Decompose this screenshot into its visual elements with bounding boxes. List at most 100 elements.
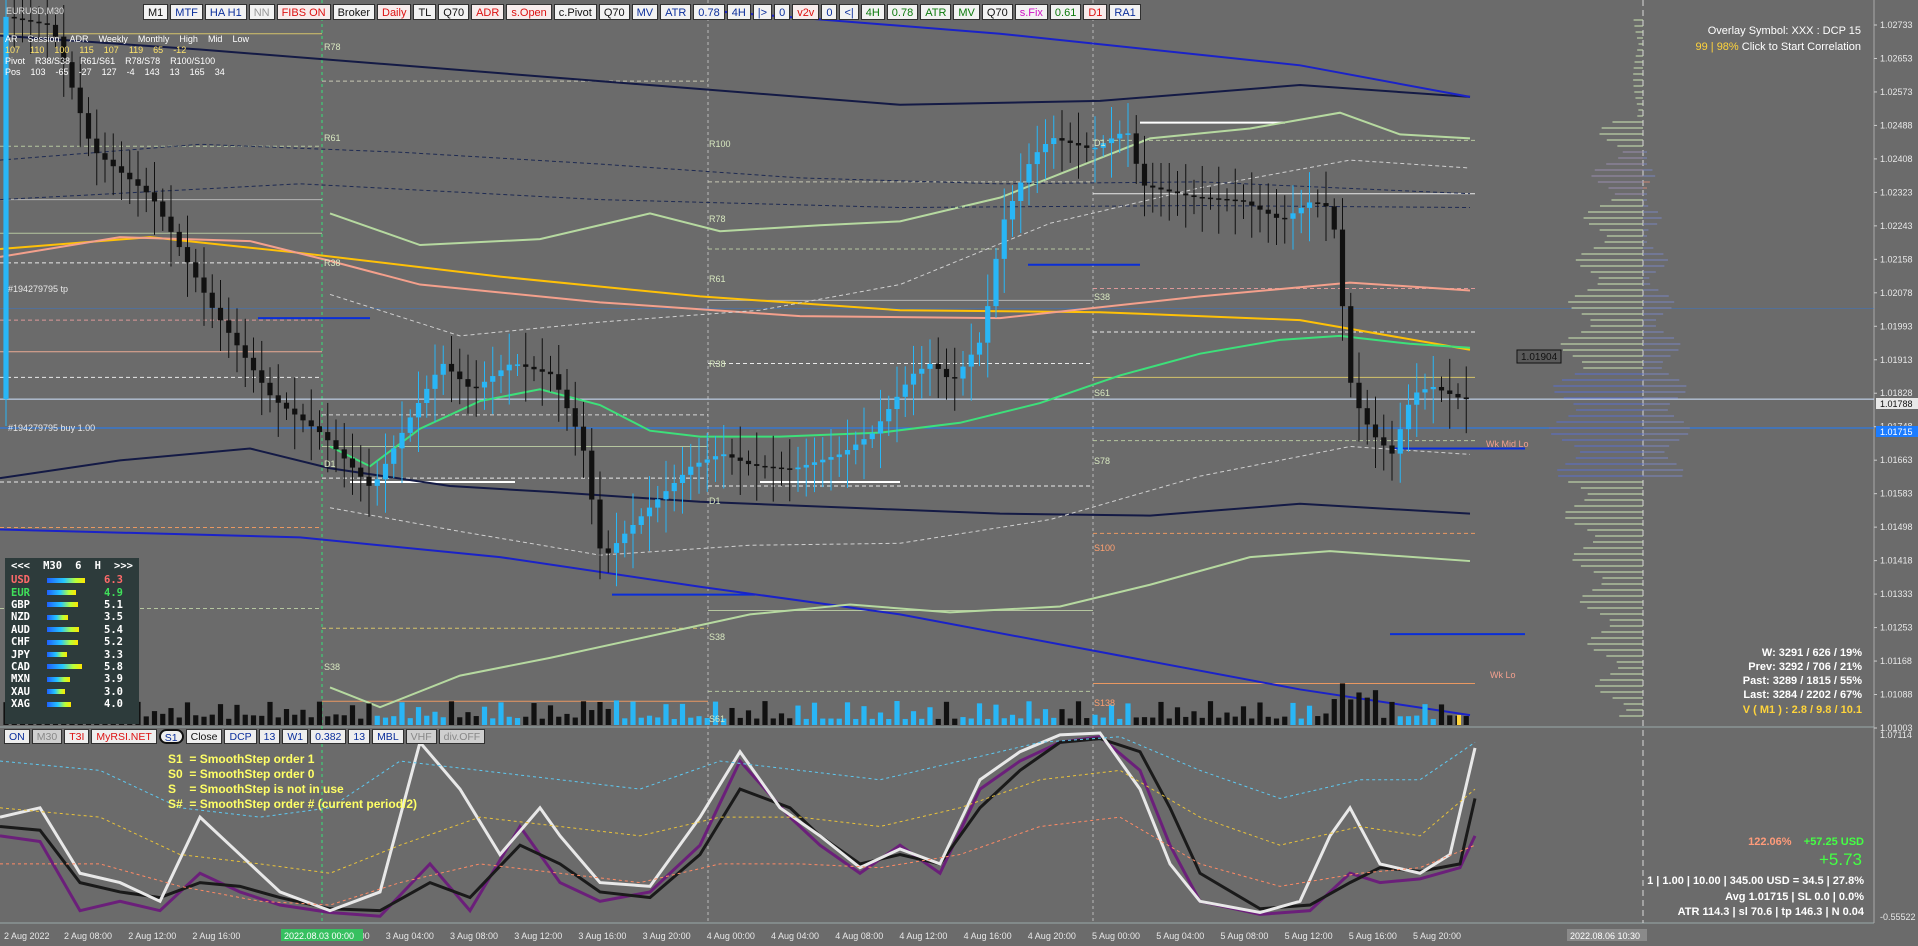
toolbar-button-ra1[interactable]: RA1 — [1109, 4, 1141, 20]
indicator-button-on[interactable]: ON — [4, 729, 30, 744]
overlay-symbol[interactable]: Overlay Symbol: XXX : DCP 15 — [1708, 25, 1861, 37]
candle-body — [968, 354, 974, 367]
strength-row: XAG 4.0 — [5, 698, 139, 710]
toolbar-button-c-pivot[interactable]: c.Pivot — [553, 4, 597, 20]
toolbar-button-0[interactable]: 0 — [821, 4, 838, 20]
volume-bar — [1306, 705, 1313, 725]
candle-body — [457, 371, 463, 380]
time-tick: 5 Aug 00:00 — [1092, 931, 1140, 941]
toolbar-button-atr[interactable]: ATR — [920, 4, 952, 20]
candle-body — [1265, 209, 1271, 214]
toolbar-button-0-78[interactable]: 0.78 — [693, 4, 725, 20]
candle-body — [1166, 189, 1172, 192]
toolbar-button-daily[interactable]: Daily — [377, 4, 412, 20]
toolbar-button-0-78[interactable]: 0.78 — [886, 4, 919, 20]
strength-currency: MXN — [11, 673, 30, 686]
candle-body — [1282, 217, 1288, 220]
toolbar-button-mv[interactable]: MV — [953, 4, 980, 20]
info-cell: 107 — [103, 45, 119, 55]
volume-bar — [1323, 713, 1329, 725]
strength-bar — [47, 577, 85, 583]
volume-bar — [1339, 683, 1346, 725]
price-tick: 1.02243 — [1880, 221, 1913, 231]
time-tick: 4 Aug 16:00 — [964, 931, 1012, 941]
info-cell: Session — [27, 34, 60, 44]
indicator-button-0-382[interactable]: 0.382 — [310, 729, 347, 744]
toolbar-button-s-fix[interactable]: s.Fix — [1014, 4, 1048, 20]
indicator-button-13[interactable]: 13 — [348, 729, 371, 744]
toolbar-button-q70[interactable]: Q70 — [438, 4, 470, 20]
toolbar-button-4h[interactable]: 4H — [726, 4, 751, 20]
toolbar-button-nn[interactable]: NN — [248, 4, 275, 20]
candle-body — [605, 548, 611, 553]
indicator-button-close[interactable]: Close — [185, 729, 223, 744]
overlay-click[interactable]: Click to Start Correlation — [1742, 41, 1861, 53]
toolbar-button-s-open[interactable]: s.Open — [506, 4, 552, 20]
volume-bar — [655, 717, 661, 725]
candle-body — [374, 479, 380, 486]
volume-bar — [894, 701, 900, 725]
strength-row: AUD 5.4 — [5, 624, 139, 636]
toolbar-button-m1[interactable]: M1 — [143, 4, 169, 20]
toolbar-button-v2v[interactable]: v2v — [792, 4, 820, 20]
volume-bar — [325, 716, 331, 725]
overlay-correlation[interactable]: 99 | 98% Click to Start Correlation — [1695, 41, 1861, 53]
indicator-button-vhf[interactable]: VHF — [405, 729, 437, 744]
toolbar-button-4h[interactable]: 4H — [860, 4, 885, 20]
indicator-toolbar: ON M30 T3I MyRSI.NET S1 Close DCP 13 W1 0.382 13 MB… — [4, 729, 486, 744]
indicator-button-dcp[interactable]: DCP — [224, 729, 257, 744]
volume-bar — [1438, 704, 1445, 725]
indicator-button-s1[interactable]: S1 — [158, 729, 184, 744]
volume-bar — [613, 700, 620, 725]
candle-body — [960, 366, 966, 379]
volume-bar — [745, 710, 752, 725]
toolbar-button-q70[interactable]: Q70 — [598, 4, 630, 20]
toolbar-button-q70[interactable]: Q70 — [981, 4, 1013, 20]
volume-bar — [688, 717, 694, 725]
indicator-button-t3i[interactable]: T3I — [64, 729, 90, 744]
strength-currency: EUR — [11, 586, 30, 599]
toolbar-button-0-61[interactable]: 0.61 — [1049, 4, 1082, 20]
toolbar-button-atr[interactable]: ATR — [660, 4, 692, 20]
volume-bar — [919, 718, 925, 725]
time-tick: 3 Aug 08:00 — [450, 931, 498, 941]
level-label: S38 — [1094, 292, 1110, 302]
volume-bar — [407, 718, 413, 725]
strength-next-button[interactable]: >>> — [114, 560, 133, 572]
volume-bar — [960, 717, 966, 725]
toolbar-button-adr[interactable]: ADR — [471, 4, 505, 20]
account-line1: 1 | 1.00 | 10.00 | 345.00 USD = 34.5 | 2… — [1647, 875, 1864, 887]
toolbar-button-broker[interactable]: Broker — [332, 4, 375, 20]
indicator-button-div-off[interactable]: div.OFF — [438, 729, 486, 744]
toolbar-button-d1[interactable]: D1 — [1083, 4, 1108, 20]
volume-bar — [391, 716, 397, 725]
indicator-button-mbl[interactable]: MBL — [372, 729, 404, 744]
indicator-button-13[interactable]: 13 — [258, 729, 281, 744]
volume-bar — [696, 716, 702, 725]
toolbar-button-[interactable]: <| — [839, 4, 859, 20]
candle-body — [1389, 445, 1395, 454]
toolbar-button-mv[interactable]: MV — [631, 4, 659, 20]
strength-prev-button[interactable]: <<< — [11, 560, 30, 572]
strength-row: CHF 5.2 — [5, 636, 139, 648]
toolbar-button-ha-h1[interactable]: HA H1 — [204, 4, 247, 20]
level-label: S138 — [1094, 698, 1115, 708]
candle-body — [267, 382, 273, 396]
candle-body — [341, 449, 347, 459]
price-tick: 1.02323 — [1880, 187, 1913, 197]
toolbar-button-fibs-on[interactable]: FIBS ON — [276, 4, 331, 20]
stats-w: W: 3291 / 626 / 19% — [1761, 647, 1862, 659]
indicator-button-m30[interactable]: M30 — [31, 729, 63, 744]
info-cell: 115 — [79, 45, 94, 55]
toolbar-button-mtf[interactable]: MTF — [170, 4, 203, 20]
volume-bar — [415, 707, 422, 725]
level-label: R100 — [709, 139, 731, 149]
indicator-button-w1[interactable]: W1 — [282, 729, 309, 744]
volume-bar — [671, 718, 677, 725]
candle-body — [646, 507, 653, 517]
toolbar-button-0[interactable]: 0 — [774, 4, 791, 20]
toolbar-button-tl[interactable]: TL — [413, 4, 437, 20]
indicator-button-myrsi-net[interactable]: MyRSI.NET — [91, 729, 157, 744]
toolbar-button-[interactable]: |> — [752, 4, 773, 20]
volume-bar — [1141, 717, 1148, 725]
